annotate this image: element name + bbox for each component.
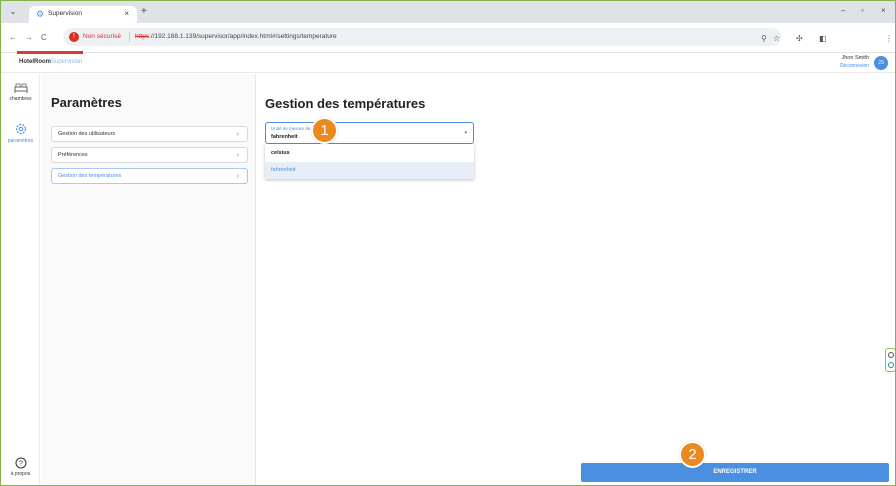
side-widget[interactable] (885, 348, 895, 372)
brand-main: HotelRoom (19, 59, 51, 65)
unit-select[interactable]: Unité de mesure de fahrenheit ▾ (265, 122, 474, 144)
zoom-icon[interactable]: ⚲ (761, 34, 767, 43)
close-window-button[interactable]: × (881, 6, 886, 15)
sidepanel-icon[interactable]: ◧ (819, 34, 827, 43)
callout-2: 2 (679, 441, 706, 468)
settings-item-label: Gestion des températures (58, 173, 122, 179)
avatar[interactable]: JS (874, 56, 888, 70)
bed-icon (14, 83, 27, 93)
rail-label-parametres: paramètres (7, 138, 34, 144)
settings-panel: Paramètres Gestion des utilisateurs › Pr… (41, 74, 256, 485)
gear-icon (15, 123, 26, 135)
chevron-down-icon: ▾ (464, 130, 467, 136)
close-circle-icon[interactable] (888, 352, 894, 358)
unit-dropdown: celsius fahrenheit (265, 144, 474, 179)
tab-title: Supervision (48, 10, 82, 17)
rail-label-chambres: chambres (9, 96, 32, 102)
select-value: fahrenheit (271, 134, 298, 140)
url-divider (129, 32, 130, 42)
settings-item-label: Gestion des utilisateurs (58, 131, 116, 137)
rail-item-chambres[interactable]: chambres (1, 82, 40, 102)
option-label: fahrenheit (271, 167, 296, 173)
extension-icon[interactable]: ✣ (796, 34, 803, 43)
chevron-right-icon: › (236, 150, 239, 159)
option-fahrenheit[interactable]: fahrenheit (265, 162, 474, 179)
chevron-right-icon: › (236, 129, 239, 138)
back-button[interactable]: ← (9, 33, 17, 42)
help-circle-icon: ? (15, 457, 26, 469)
save-button[interactable]: ENREGISTRER (581, 463, 889, 482)
reload-button[interactable]: C (41, 33, 47, 42)
callout-1: 1 (311, 117, 338, 144)
gear-icon: ⚙ (36, 9, 45, 19)
address-bar: ← → C ! Non sécurisé https://192.168.1.1… (1, 23, 895, 53)
rail-item-parametres[interactable]: paramètres (1, 122, 40, 144)
save-button-label: ENREGISTRER (713, 469, 757, 475)
url-path: ://192.168.1.139/supervisor/app/index.ht… (149, 33, 337, 40)
radio-icon[interactable] (888, 362, 894, 368)
brand-logo[interactable]: HotelRoomSupervision (19, 59, 82, 65)
warning-icon[interactable]: ! (69, 32, 79, 42)
url-protocol: https (135, 33, 150, 40)
security-label[interactable]: Non sécurisé (83, 33, 121, 40)
minimize-button[interactable]: – (841, 6, 845, 15)
logout-link[interactable]: Déconnexion (840, 63, 869, 69)
option-label: celsius (271, 150, 290, 156)
select-label: Unité de mesure de (271, 126, 311, 131)
user-name: Jhon Smith (841, 55, 869, 61)
main-title: Gestion des températures (265, 96, 426, 111)
page-title: Paramètres (51, 95, 122, 110)
settings-item-label: Préférences (58, 152, 88, 158)
settings-item-preferences[interactable]: Préférences › (51, 147, 248, 163)
settings-item-users[interactable]: Gestion des utilisateurs › (51, 126, 248, 142)
svg-text:?: ? (19, 461, 23, 468)
rail-item-about[interactable]: ? à propos (1, 457, 40, 477)
option-celsius[interactable]: celsius (265, 145, 474, 162)
kebab-icon[interactable]: ⋮ (885, 34, 893, 43)
url-text: https://192.168.1.139/supervisor/app/ind… (135, 33, 337, 40)
tab-search-button[interactable]: ⌄ (7, 7, 19, 17)
restore-button[interactable]: ▫ (861, 6, 864, 15)
brand-underline (17, 51, 83, 54)
brand-sub: Supervision (51, 59, 83, 65)
tab-close-button[interactable]: × (124, 9, 129, 18)
forward-button[interactable]: → (25, 33, 33, 42)
star-icon[interactable]: ☆ (773, 34, 780, 43)
url-input[interactable]: ! Non sécurisé https://192.168.1.139/sup… (63, 28, 781, 46)
tab-supervision[interactable]: ⚙ Supervision × (29, 6, 137, 23)
new-tab-button[interactable]: + (141, 6, 147, 17)
left-rail: chambres paramètres ? à propos (1, 74, 40, 485)
rail-label-about: à propos (10, 471, 31, 477)
app-header: HotelRoomSupervision Jhon Smith Déconnex… (1, 53, 895, 73)
settings-item-temperatures[interactable]: Gestion des températures › (51, 168, 248, 184)
chevron-right-icon: › (236, 171, 239, 180)
main-panel: Gestion des températures Unité de mesure… (257, 74, 895, 485)
browser-window: ⌄ ⚙ Supervision × + – ▫ × ← → C ! Non sé… (0, 0, 896, 486)
tab-strip: ⌄ ⚙ Supervision × + – ▫ × (1, 1, 895, 23)
